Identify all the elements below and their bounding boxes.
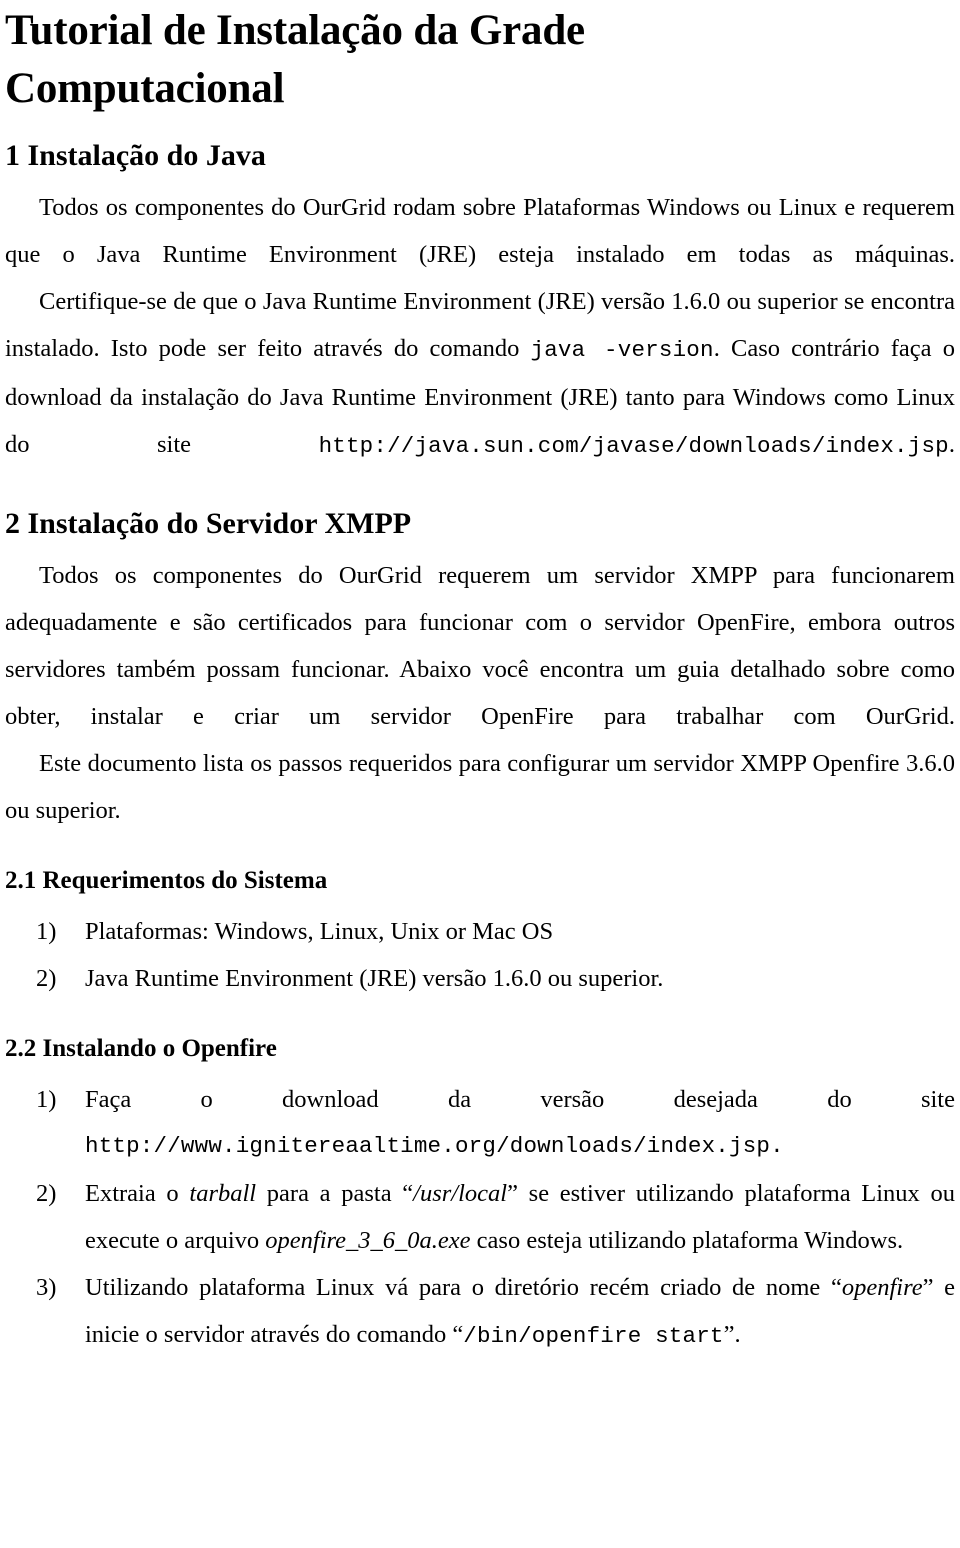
- list-item-run-2: para a pasta “: [256, 1180, 414, 1207]
- list-item-text: Faça o download da versão desejada do si…: [85, 1086, 955, 1113]
- inline-code-java-download-url-part1: http://java.sun.com/javase/downloads/: [318, 433, 826, 459]
- inline-code-openfire-start-command: /bin/openfire start: [463, 1323, 724, 1349]
- emphasis-openfire-exe-filename: openfire_3_6_0a.exe: [265, 1227, 471, 1254]
- section-heading-2: 2 Instalação do Servidor XMPP: [5, 507, 412, 540]
- list-item-run-1: Utilizando plataforma Linux vá para o di…: [85, 1274, 842, 1301]
- list-item: 2) Java Runtime Environment (JRE) versão …: [5, 955, 955, 1002]
- document-page: Tutorial de Instalação da Grade Computac…: [0, 0, 960, 1548]
- list-marker: 2): [36, 1180, 57, 1207]
- inline-code-java-version: java -version: [530, 337, 714, 363]
- list-item-text: Plataformas: Windows, Linux, Unix or Mac…: [85, 918, 554, 945]
- emphasis-usr-local-path: /usr/local: [413, 1180, 508, 1207]
- emphasis-openfire-dirname: openfire: [841, 1274, 923, 1301]
- subsection-heading-2-2: 2.2 Instalando o Openfire: [5, 1035, 277, 1062]
- list-marker: 2): [36, 965, 57, 992]
- list-item-run-3: ”.: [723, 1321, 741, 1348]
- paragraph-2-run-3: .: [948, 431, 955, 458]
- list-marker: 3): [36, 1274, 57, 1301]
- page-content: Tutorial de Instalação da Grade Computac…: [5, 0, 955, 1360]
- list-item: 2) Extraia o tarball para a pasta “/usr/l…: [5, 1170, 955, 1264]
- paragraph-1: Todos os componentes do OurGrid rodam so…: [5, 194, 955, 268]
- list-item-text: Java Runtime Environment (JRE) versão 1.…: [85, 965, 664, 992]
- emphasis-tarball: tarball: [189, 1180, 257, 1207]
- list-item: 1) Plataformas: Windows, Linux, Unix or M…: [5, 908, 955, 955]
- list-marker: 1): [36, 918, 57, 945]
- list-item: 1) Faça o download da versão desejada do …: [5, 1076, 955, 1170]
- inline-code-java-download-url-part2: index.jsp: [825, 433, 949, 459]
- document-title: Tutorial de Instalação da Grade Computac…: [5, 7, 585, 112]
- list-item-run-4: caso esteja utilizando plataforma Window…: [470, 1227, 904, 1254]
- install-steps-list: 1) Faça o download da versão desejada do …: [5, 1076, 955, 1360]
- paragraph-4: Este documento lista os passos requerido…: [5, 750, 955, 824]
- section-heading-1: 1 Instalação do Java: [5, 139, 266, 172]
- subsection-heading-2-1: 2.1 Requerimentos do Sistema: [5, 867, 328, 894]
- list-item-run-1: Extraia o: [85, 1180, 190, 1207]
- list-item: 3) Utilizando plataforma Linux vá para o …: [5, 1264, 955, 1360]
- paragraph-3: Todos os componentes do OurGrid requerem…: [5, 562, 955, 730]
- paragraph-2: Certifique-se de que o Java Runtime Envi…: [5, 278, 955, 470]
- requirements-list: 1) Plataformas: Windows, Linux, Unix or M…: [5, 908, 955, 1002]
- inline-code-openfire-download-url: http://www.ignitereaaltime.org/downloads…: [85, 1133, 784, 1159]
- list-marker: 1): [36, 1086, 57, 1113]
